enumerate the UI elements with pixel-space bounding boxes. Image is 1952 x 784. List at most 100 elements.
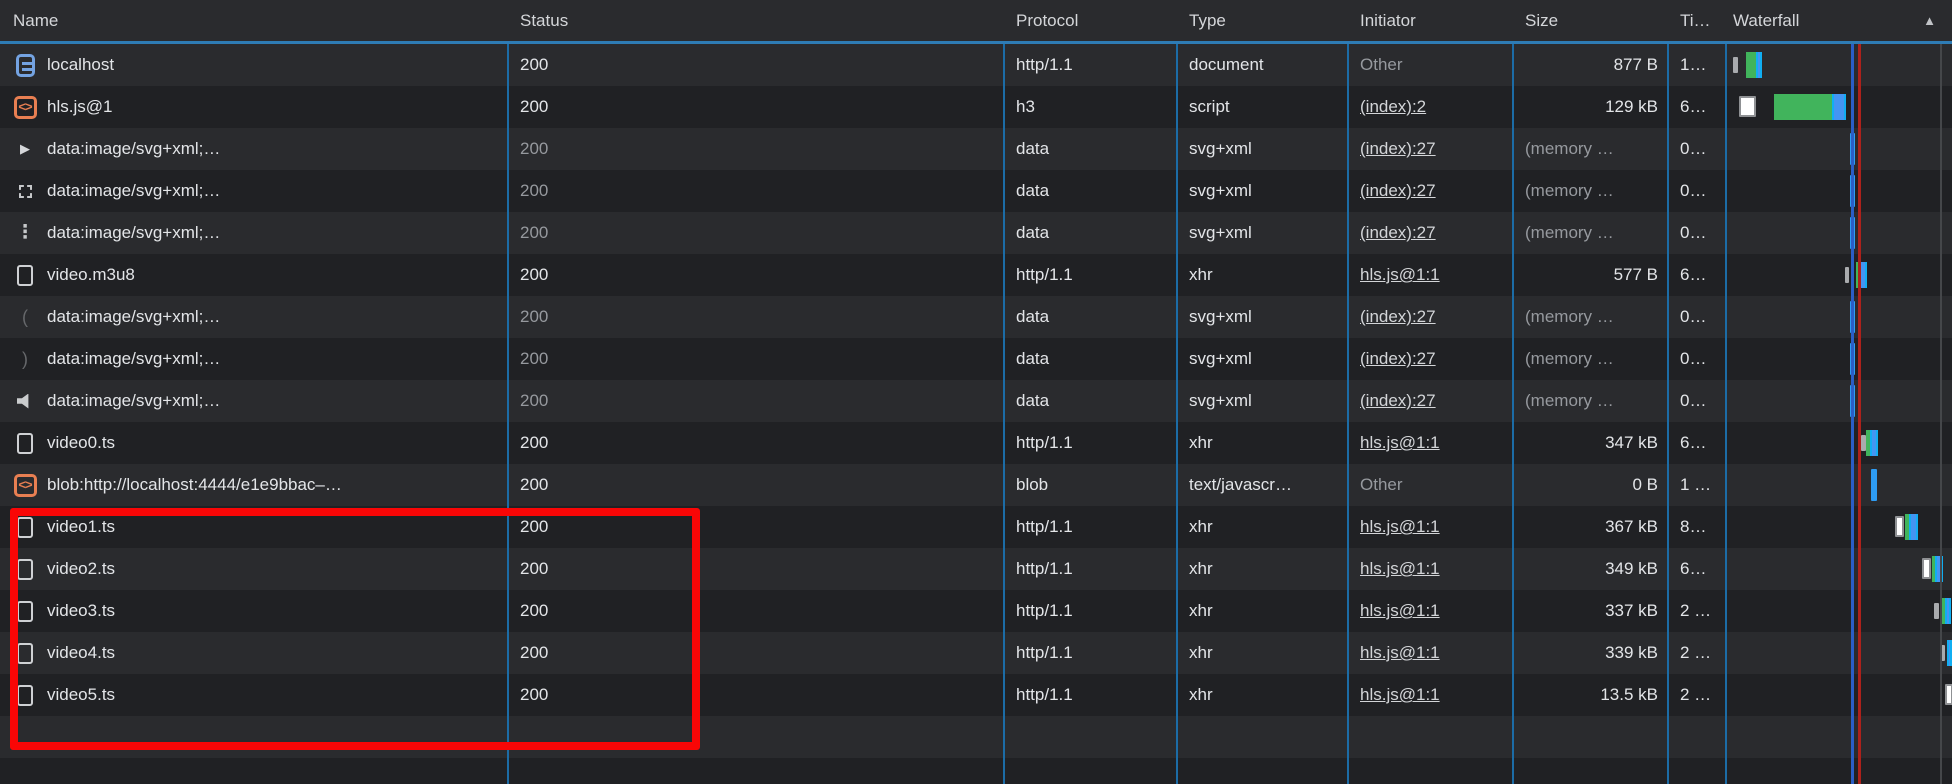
initiator-link[interactable]: (index):27 [1360, 181, 1436, 200]
initiator-link[interactable]: (index):27 [1360, 223, 1436, 242]
request-time: 6… [1667, 548, 1725, 590]
request-initiator: (index):27 [1347, 170, 1512, 212]
request-name: data:image/svg+xml;… [0, 380, 507, 422]
request-time: 0… [1667, 296, 1725, 338]
request-status: 200 [507, 86, 1003, 128]
request-row[interactable]: video0.ts 200 http/1.1 xhr hls.js@1:1 34… [0, 422, 1952, 464]
request-initiator: hls.js@1:1 [1347, 506, 1512, 548]
request-row[interactable]: ( data:image/svg+xml;… 200 data svg+xml … [0, 296, 1952, 338]
column-header-status[interactable]: Status [507, 0, 1003, 41]
request-size: 367 kB [1512, 506, 1667, 548]
initiator-link[interactable]: hls.js@1:1 [1360, 433, 1440, 452]
request-type: svg+xml [1176, 212, 1347, 254]
initiator-text: Other [1360, 55, 1403, 74]
initiator-link[interactable]: hls.js@1:1 [1360, 601, 1440, 620]
column-header-type[interactable]: Type [1176, 0, 1347, 41]
request-protocol: http/1.1 [1003, 44, 1176, 86]
request-type: xhr [1176, 254, 1347, 296]
column-header-name[interactable]: Name [0, 0, 507, 41]
request-status: 200 [507, 44, 1003, 86]
initiator-link[interactable]: hls.js@1:1 [1360, 685, 1440, 704]
request-waterfall [1725, 44, 1952, 86]
request-initiator: (index):27 [1347, 380, 1512, 422]
request-row[interactable]: ▶ data:image/svg+xml;… 200 data svg+xml … [0, 128, 1952, 170]
request-size: 337 kB [1512, 590, 1667, 632]
request-initiator: (index):2 [1347, 86, 1512, 128]
waterfall-bar-thin [1871, 469, 1877, 501]
waterfall-bar-tick [1845, 267, 1849, 283]
request-size: (memory … [1512, 128, 1667, 170]
request-row[interactable]: data:image/svg+xml;… 200 data svg+xml (i… [0, 170, 1952, 212]
request-initiator: (index):27 [1347, 296, 1512, 338]
request-status: 200 [507, 254, 1003, 296]
request-name: data:image/svg+xml;… [0, 128, 507, 170]
waterfall-bar-box [1739, 96, 1756, 117]
request-waterfall [1725, 296, 1952, 338]
initiator-link[interactable]: (index):27 [1360, 349, 1436, 368]
request-row[interactable]: localhost 200 http/1.1 document Other 87… [0, 44, 1952, 86]
initiator-link[interactable]: (index):27 [1360, 391, 1436, 410]
request-status: 200 [507, 212, 1003, 254]
initiator-link[interactable]: hls.js@1:1 [1360, 517, 1440, 536]
request-initiator: (index):27 [1347, 128, 1512, 170]
request-type: svg+xml [1176, 170, 1347, 212]
request-time: 1 … [1667, 464, 1725, 506]
request-protocol: http/1.1 [1003, 590, 1176, 632]
column-header-waterfall[interactable]: Waterfall▲ [1725, 0, 1952, 41]
request-size: (memory … [1512, 338, 1667, 380]
initiator-link[interactable]: (index):2 [1360, 97, 1426, 116]
request-row[interactable]: <> hls.js@1 200 h3 script (index):2 129 … [0, 86, 1952, 128]
column-header-protocol[interactable]: Protocol [1003, 0, 1176, 41]
request-name: data:image/svg+xml;… [0, 170, 507, 212]
request-time: 6… [1667, 254, 1725, 296]
column-header-size[interactable]: Size [1512, 0, 1667, 41]
request-type: script [1176, 86, 1347, 128]
request-time: 2 … [1667, 674, 1725, 716]
request-initiator: Other [1347, 44, 1512, 86]
initiator-link[interactable]: (index):27 [1360, 307, 1436, 326]
waterfall-bar-tick [1934, 603, 1939, 619]
initiator-link[interactable]: (index):27 [1360, 139, 1436, 158]
waterfall-bar-blue [1832, 94, 1846, 120]
waterfall-bar-blue [1945, 598, 1951, 624]
initiator-link[interactable]: hls.js@1:1 [1360, 643, 1440, 662]
request-waterfall [1725, 212, 1952, 254]
request-type: xhr [1176, 422, 1347, 464]
request-row[interactable]: <> blob:http://localhost:4444/e1e9bbac–…… [0, 464, 1952, 506]
request-row[interactable]: ⋮ data:image/svg+xml;… 200 data svg+xml … [0, 212, 1952, 254]
column-header-time[interactable]: Ti… [1667, 0, 1725, 41]
request-row[interactable]: video.m3u8 200 http/1.1 xhr hls.js@1:1 5… [0, 254, 1952, 296]
request-waterfall [1725, 338, 1952, 380]
request-size: 13.5 kB [1512, 674, 1667, 716]
request-status: 200 [507, 464, 1003, 506]
request-type: xhr [1176, 590, 1347, 632]
waterfall-bar-blue [1909, 514, 1918, 540]
request-status: 200 [507, 422, 1003, 464]
waterfall-bar-blue [1870, 430, 1878, 456]
request-status: 200 [507, 170, 1003, 212]
column-header-initiator[interactable]: Initiator [1347, 0, 1512, 41]
request-type: svg+xml [1176, 296, 1347, 338]
request-waterfall [1725, 590, 1952, 632]
red-annotation-rectangle [10, 508, 700, 750]
request-size: 877 B [1512, 44, 1667, 86]
request-protocol: data [1003, 170, 1176, 212]
request-size: (memory … [1512, 380, 1667, 422]
request-protocol: data [1003, 380, 1176, 422]
request-name: video.m3u8 [0, 254, 507, 296]
request-type: xhr [1176, 506, 1347, 548]
request-row[interactable]: ) data:image/svg+xml;… 200 data svg+xml … [0, 338, 1952, 380]
request-size: 0 B [1512, 464, 1667, 506]
request-protocol: http/1.1 [1003, 506, 1176, 548]
request-time: 0… [1667, 380, 1725, 422]
request-row[interactable]: data:image/svg+xml;… 200 data svg+xml (i… [0, 380, 1952, 422]
initiator-link[interactable]: hls.js@1:1 [1360, 265, 1440, 284]
sort-ascending-icon: ▲ [1923, 0, 1936, 41]
request-protocol: data [1003, 338, 1176, 380]
request-initiator: (index):27 [1347, 338, 1512, 380]
request-time: 0… [1667, 170, 1725, 212]
initiator-link[interactable]: hls.js@1:1 [1360, 559, 1440, 578]
request-size: 577 B [1512, 254, 1667, 296]
request-waterfall [1725, 128, 1952, 170]
request-protocol: h3 [1003, 86, 1176, 128]
